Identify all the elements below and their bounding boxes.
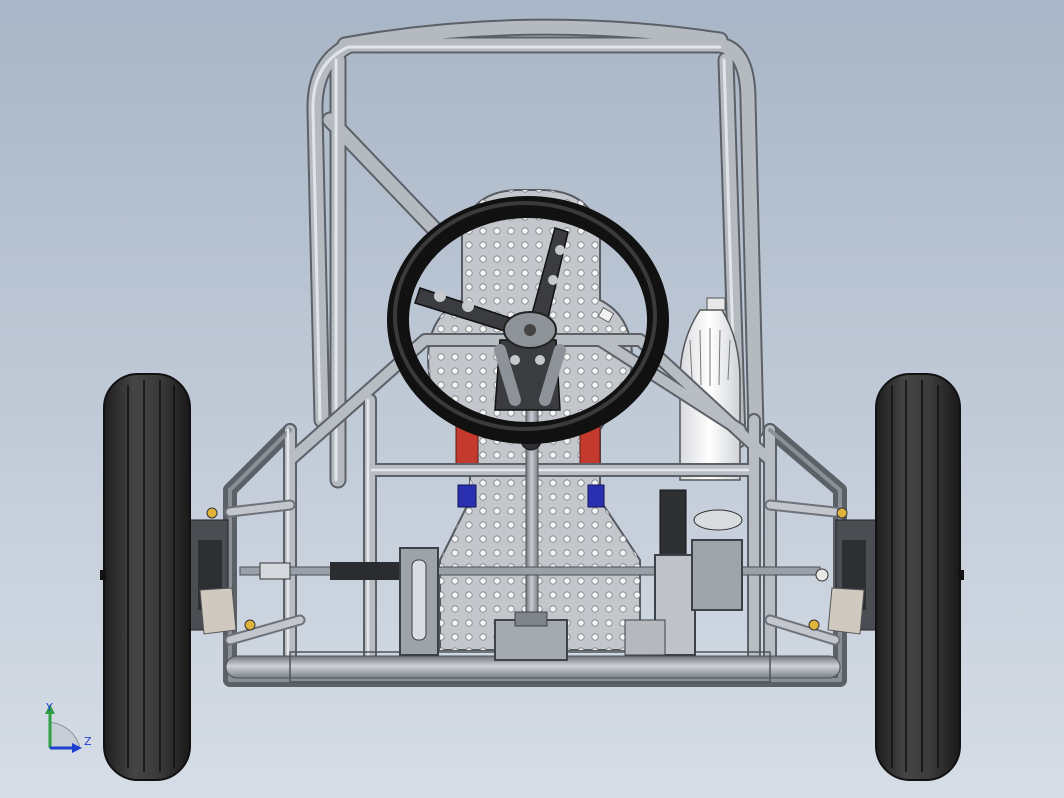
- right-hub-assembly[interactable]: [808, 507, 877, 635]
- cad-viewport[interactable]: Y Z: [0, 0, 1064, 798]
- triad-z-label: Z: [84, 735, 92, 748]
- triad-y-label: Y: [45, 701, 53, 714]
- cad-model-render[interactable]: Y Z: [0, 0, 1064, 798]
- left-front-tire[interactable]: [100, 373, 191, 781]
- triad-x-axis-wedge: [49, 721, 81, 749]
- right-front-tire[interactable]: [875, 373, 964, 781]
- coordinate-triad: Y Z: [45, 701, 92, 753]
